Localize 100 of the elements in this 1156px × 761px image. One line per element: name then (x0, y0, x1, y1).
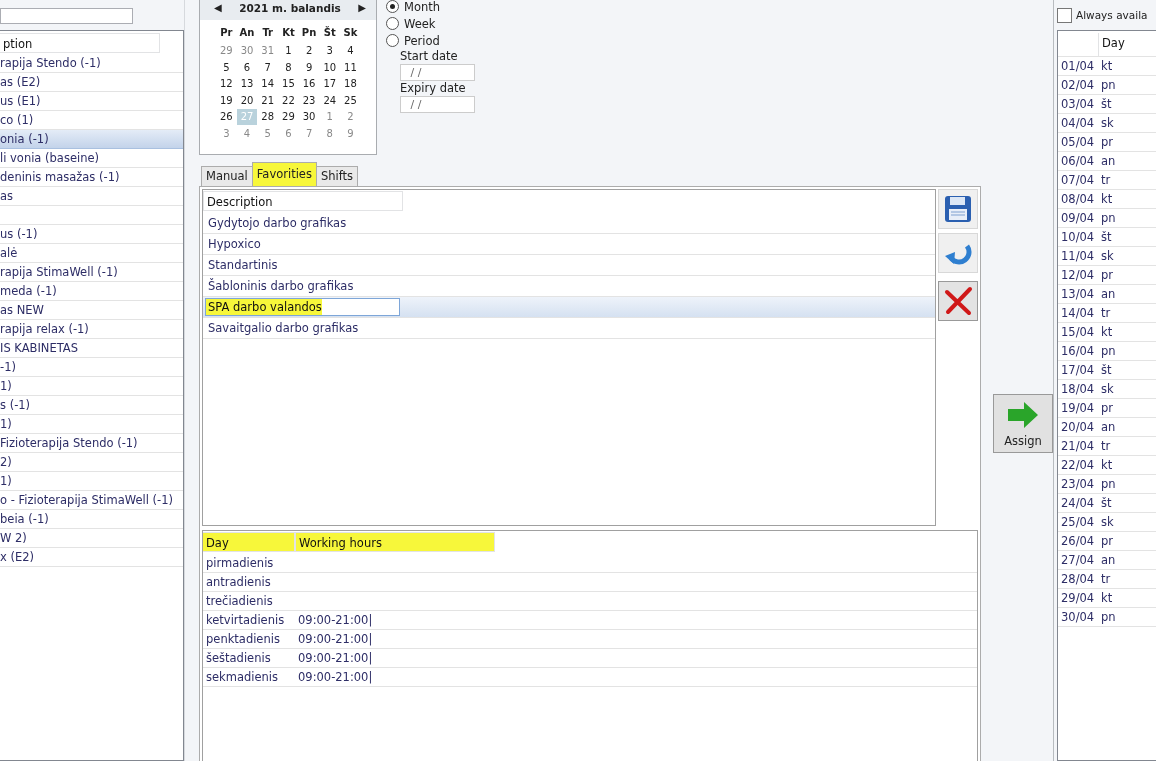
column-header[interactable]: Working hours (295, 532, 495, 552)
table-cell-text: an (1101, 286, 1116, 303)
next-month-button[interactable]: ▶ (358, 2, 366, 13)
calendar-day[interactable]: 21 (257, 92, 279, 108)
list-row[interactable]: beia (-1) (0, 510, 183, 529)
table-cell-text: 09:00-21:00| (298, 650, 373, 667)
assign-button[interactable]: Assign (993, 394, 1053, 453)
calendar-day[interactable]: 1 (278, 43, 299, 59)
delete-button[interactable] (938, 281, 978, 321)
list-row[interactable]: us (E1) (0, 92, 183, 111)
tab[interactable]: Shifts (315, 166, 359, 186)
calendar-day[interactable]: 4 (236, 125, 258, 141)
radio-option[interactable]: Period (386, 32, 475, 49)
calendar-day[interactable]: 4 (340, 43, 361, 59)
table-cell: Hypoxico (208, 237, 261, 251)
calendar-day[interactable]: 18 (340, 76, 361, 92)
table-row[interactable]: SPA darbo valandos (203, 297, 935, 318)
save-button[interactable] (938, 189, 978, 229)
previous-month-button[interactable]: ◀ (214, 2, 222, 13)
calendar-day[interactable]: 7 (257, 59, 279, 75)
table-row[interactable]: Gydytojo darbo grafikas (203, 213, 935, 234)
calendar-day[interactable]: 12 (216, 76, 237, 92)
list-row[interactable]: IS KABINETAS (0, 339, 183, 358)
calendar-day[interactable]: 23 (298, 92, 320, 108)
calendar-day[interactable]: 3 (216, 125, 237, 141)
undo-button[interactable] (938, 233, 978, 273)
radio-option[interactable]: Week (386, 15, 475, 32)
calendar-day[interactable]: 22 (278, 92, 299, 108)
list-row[interactable]: li vonia (baseine) (0, 149, 183, 168)
search-field[interactable] (0, 8, 133, 24)
calendar-day[interactable]: 9 (340, 125, 361, 141)
list-row[interactable]: as (E2) (0, 73, 183, 92)
list-row[interactable]: -1) (0, 358, 183, 377)
table-row[interactable]: Hypoxico (203, 234, 935, 255)
table-cell-text: kt (1101, 457, 1113, 474)
calendar-day[interactable]: 29 (278, 109, 299, 125)
list-row[interactable]: Fizioterapija Stendo (-1) (0, 434, 183, 453)
edit-field[interactable]: SPA darbo valandos (205, 298, 400, 316)
calendar-day[interactable]: 20 (236, 92, 258, 108)
tab[interactable]: Favorities (251, 162, 317, 186)
calendar-day[interactable]: 19 (216, 92, 237, 108)
list-row[interactable]: rapija Stendo (-1) (0, 54, 183, 73)
list-row[interactable]: 1) (0, 415, 183, 434)
list-row[interactable]: rapija relax (-1) (0, 320, 183, 339)
calendar-day[interactable]: 17 (319, 76, 341, 92)
list-row[interactable]: 2) (0, 453, 183, 472)
checkbox-option[interactable]: Always availa (1057, 0, 1156, 30)
list-row[interactable]: W 2) (0, 529, 183, 548)
table-row[interactable]: Standartinis (203, 255, 935, 276)
calendar-day[interactable]: 13 (236, 76, 258, 92)
table-cell-text: 02/04 (1060, 77, 1096, 94)
calendar-day[interactable]: 9 (298, 59, 320, 75)
calendar-day[interactable]: 24 (319, 92, 341, 108)
calendar-day[interactable]: 3 (319, 43, 341, 59)
radio-option[interactable]: Month (386, 0, 475, 15)
calendar-day[interactable]: 10 (319, 59, 341, 75)
calendar-day[interactable]: 11 (340, 59, 361, 75)
calendar-day[interactable]: 8 (319, 125, 341, 141)
column-header[interactable]: Day (203, 532, 295, 552)
calendar-day[interactable]: 16 (298, 76, 320, 92)
calendar-day[interactable]: 6 (236, 59, 258, 75)
list-row[interactable]: s (-1) (0, 396, 183, 415)
list-row[interactable]: as (0, 187, 183, 206)
column-header[interactable]: ption (0, 33, 160, 53)
calendar-day[interactable]: 8 (278, 59, 299, 75)
list-row[interactable]: 1) (0, 472, 183, 491)
calendar-day[interactable]: 14 (257, 76, 279, 92)
calendar-day[interactable]: 5 (257, 125, 279, 141)
list-row[interactable]: deninis masažas (-1) (0, 168, 183, 187)
list-row[interactable]: onia (-1) (0, 130, 183, 149)
list-row[interactable]: rapija StimaWell (-1) (0, 263, 183, 282)
tab[interactable]: Manual (201, 166, 253, 186)
calendar-day[interactable]: 6 (278, 125, 299, 141)
calendar-day[interactable]: 31 (257, 43, 279, 59)
list-row[interactable]: meda (-1) (0, 282, 183, 301)
calendar-day[interactable]: 26 (216, 109, 237, 125)
table-row[interactable]: Savaitgalio darbo grafikas (203, 318, 935, 339)
list-row[interactable]: as NEW (0, 301, 183, 320)
list-row[interactable]: o - Fizioterapija StimaWell (-1) (0, 491, 183, 510)
checkbox[interactable] (1057, 7, 1072, 23)
calendar-day[interactable]: 15 (278, 76, 299, 92)
calendar-day[interactable]: 5 (216, 59, 237, 75)
calendar-day[interactable]: 2 (340, 109, 361, 125)
table-cell-text: 01/04 (1060, 58, 1096, 75)
calendar-day[interactable]: 28 (257, 109, 279, 125)
calendar-day[interactable]: 1 (319, 109, 341, 125)
expiry-date-field[interactable]: / / (400, 96, 475, 113)
list-row[interactable]: x (E2) (0, 548, 183, 567)
list-row[interactable]: 1) (0, 377, 183, 396)
calendar-day[interactable]: 7 (298, 125, 320, 141)
calendar-day[interactable]: 30 (236, 43, 258, 59)
calendar-day[interactable]: 25 (340, 92, 361, 108)
column-header[interactable]: Description (203, 191, 403, 211)
start-date-field[interactable]: / / (400, 64, 475, 81)
list-row[interactable]: alė (0, 244, 183, 263)
calendar-day[interactable]: 29 (216, 43, 237, 59)
table-cell-text: 03/04 (1060, 96, 1096, 113)
calendar-day[interactable]: 2 (298, 43, 320, 59)
calendar-day[interactable]: 30 (298, 109, 320, 125)
list-row[interactable]: us (-1) (0, 225, 183, 244)
